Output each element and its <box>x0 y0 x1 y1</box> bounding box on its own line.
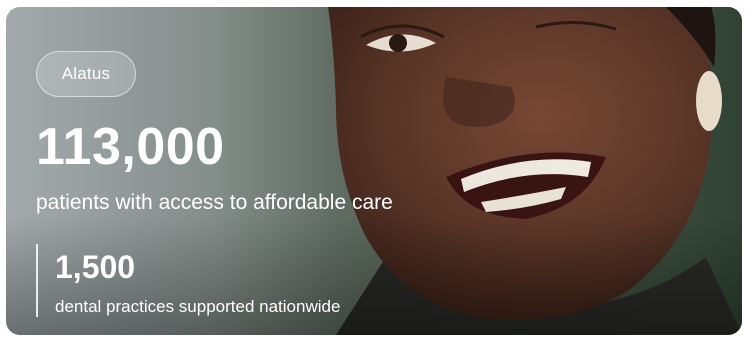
brand-chip: Alatus <box>36 51 136 97</box>
primary-stat-value: 113,000 <box>36 118 225 176</box>
stat-divider <box>36 244 38 317</box>
secondary-stat-label: dental practices supported nationwide <box>55 297 341 316</box>
secondary-stat-value: 1,500 <box>55 249 136 285</box>
stat-card: Alatus 113,000 patients with access to a… <box>6 7 742 335</box>
primary-stat-label: patients with access to affordable care <box>36 191 393 214</box>
